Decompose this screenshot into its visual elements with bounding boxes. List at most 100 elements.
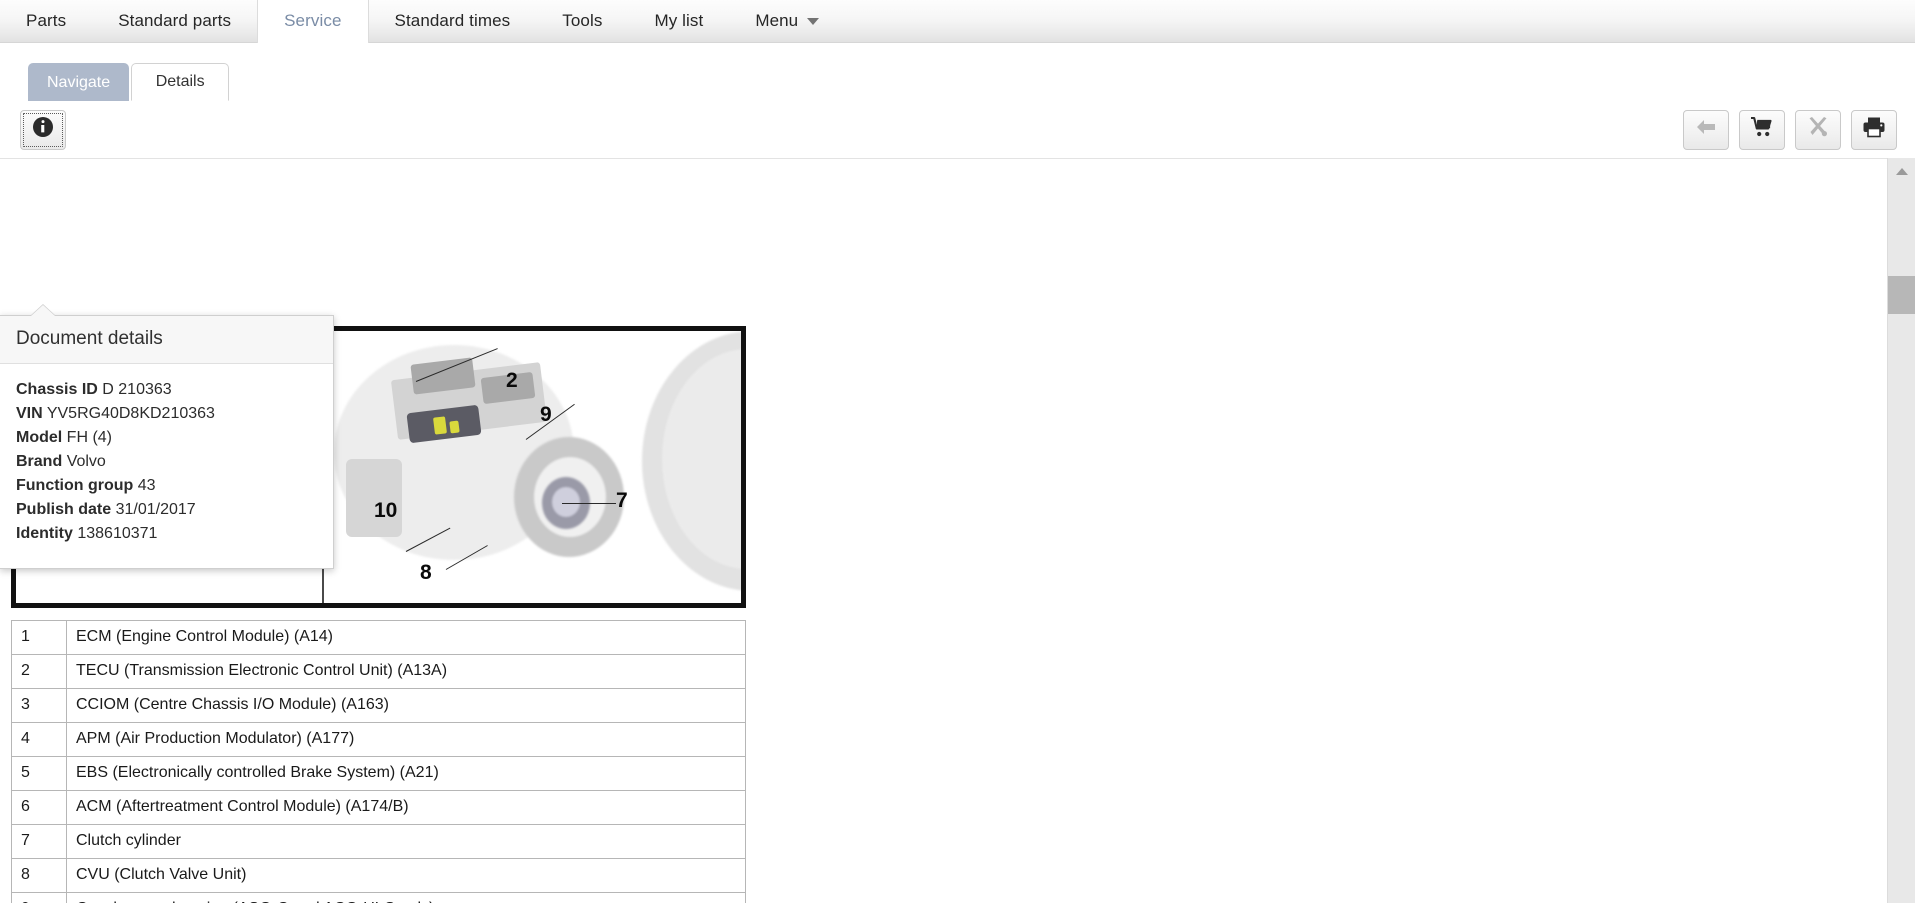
popover-field-value: Volvo: [66, 453, 106, 470]
popover-arrow-inner: [31, 305, 55, 316]
figure-callout-8-right: 8: [420, 561, 432, 584]
figure-callout-7: 7: [616, 489, 628, 512]
nav-tab-service[interactable]: Service: [257, 0, 369, 43]
popover-field: Model FH (4): [16, 426, 317, 450]
popover-field-key: Brand: [16, 453, 63, 470]
legend-number-cell: 8: [11, 858, 67, 893]
legend-number-cell: 6: [11, 790, 67, 825]
legend-description-cell: ECM (Engine Control Module) (A14): [66, 620, 746, 655]
nav-tab-tools[interactable]: Tools: [536, 0, 628, 42]
nav-tab-label: Service: [284, 11, 342, 30]
figure-callout-10: 10: [374, 499, 398, 522]
table-row: 3 CCIOM (Centre Chassis I/O Module) (A163…: [11, 688, 746, 723]
sub-tab-label: Navigate: [47, 73, 111, 91]
popover-field-key: Model: [16, 429, 63, 446]
popover-field: Function group 43: [16, 474, 317, 498]
legend-description-cell: TECU (Transmission Electronic Control Un…: [66, 654, 746, 689]
popover-field-key: Identity: [16, 525, 73, 542]
figure-callout-2: 2: [506, 369, 518, 392]
table-row: 6 ACM (Aftertreatment Control Module) (A1…: [11, 790, 746, 825]
legend-number-cell: 3: [11, 688, 67, 723]
legend-number-cell: 1: [11, 620, 67, 655]
popover-field-key: Chassis ID: [16, 381, 98, 398]
sub-tab-details[interactable]: Details: [131, 63, 230, 101]
popover-field-value: 43: [137, 477, 156, 494]
popover-field: Brand Volvo: [16, 450, 317, 474]
legend-description-cell: ACM (Aftertreatment Control Module) (A17…: [66, 790, 746, 825]
document-info-button[interactable]: [20, 109, 66, 150]
figure-art: [449, 420, 460, 434]
nav-tab-label: Parts: [26, 11, 67, 30]
legend-number-cell: 7: [11, 824, 67, 859]
back-arrow-icon: [1694, 117, 1718, 142]
popover-field-value: YV5RG40D8KD210363: [46, 405, 215, 422]
legend-description-cell: EBS (Electronically controlled Brake Sys…: [66, 756, 746, 791]
legend-description-cell: CCIOM (Centre Chassis I/O Module) (A163): [66, 688, 746, 723]
tools-button[interactable]: [1795, 109, 1841, 150]
nav-tab-menu[interactable]: Menu: [729, 0, 845, 42]
table-row: 1 ECM (Engine Control Module) (A14): [11, 620, 746, 655]
legend-description-cell: Crawler gear housing (ASO-C and ACO-ULC …: [66, 892, 746, 903]
chevron-up-icon: [1895, 167, 1908, 175]
figure-art: [552, 487, 580, 517]
popover-field-value: FH (4): [66, 429, 112, 446]
nav-tab-label: My list: [654, 11, 704, 30]
document-scroll-viewport: 2 9 7 10 8 8 1ECM (Engine Control Module…: [0, 158, 1887, 903]
popover-field-key: VIN: [16, 405, 43, 422]
component-legend-table: 1 ECM (Engine Control Module) (A14) 2 TECU …: [11, 620, 746, 903]
legend-number-cell: 5: [11, 756, 67, 791]
tools-icon: [1806, 115, 1830, 144]
document-details-popover: Document details Chassis ID D 210363 VIN …: [0, 304, 334, 569]
table-row: 5 EBS (Electronically controlled Brake Sy…: [11, 756, 746, 791]
print-button[interactable]: [1851, 109, 1897, 150]
figure-leader-line: [562, 503, 616, 504]
sub-tab-navigate[interactable]: Navigate: [28, 63, 130, 101]
add-to-cart-button[interactable]: [1739, 109, 1785, 150]
legend-description-cell: APM (Air Production Modulator) (A177): [66, 722, 746, 757]
legend-number-cell: 9: [11, 892, 67, 903]
nav-tab-label: Tools: [562, 11, 603, 30]
legend-number-cell: 4: [11, 722, 67, 757]
popover-field: Chassis ID D 210363: [16, 378, 317, 402]
vertical-scrollbar[interactable]: [1887, 158, 1915, 903]
toolbar-actions: [1683, 109, 1897, 150]
nav-tab-my-list[interactable]: My list: [628, 0, 729, 42]
info-icon: [32, 116, 54, 143]
legend-description-cell: Clutch cylinder: [66, 824, 746, 859]
printer-icon: [1862, 116, 1886, 143]
popover-field: Identity 138610371: [16, 522, 317, 546]
nav-tab-label: Menu: [755, 11, 799, 30]
nav-tab-standard-parts[interactable]: Standard parts: [92, 0, 257, 42]
sub-tab-label: Details: [155, 73, 205, 90]
table-row: 4 APM (Air Production Modulator) (A177): [11, 722, 746, 757]
table-row: 9Crawler gear housing (ASO-C and ACO-ULC…: [11, 892, 746, 903]
popover-title: Document details: [0, 316, 333, 364]
chevron-down-icon: [807, 17, 820, 25]
scrollbar-thumb[interactable]: [1888, 276, 1915, 314]
figure-callout-9: 9: [540, 403, 552, 426]
cart-icon: [1750, 116, 1774, 143]
document-content-area: 2 9 7 10 8 8 1ECM (Engine Control Module…: [0, 158, 1915, 903]
figure-art: [346, 459, 402, 537]
table-row: 2 TECU (Transmission Electronic Control U…: [11, 654, 746, 689]
popover-field-value: 138610371: [77, 525, 158, 542]
nav-tab-standard-times[interactable]: Standard times: [369, 0, 537, 42]
figure-art: [433, 416, 447, 435]
legend-description-cell: CVU (Clutch Valve Unit): [66, 858, 746, 893]
table-row: 8 CVU (Clutch Valve Unit): [11, 858, 746, 893]
popover-field-list: Chassis ID D 210363 VIN YV5RG40D8KD210363…: [0, 364, 333, 568]
popover-field: VIN YV5RG40D8KD210363: [16, 402, 317, 426]
document-toolbar: [0, 101, 1915, 158]
sub-tab-bar: Navigate Details: [0, 43, 1915, 101]
back-button[interactable]: [1683, 109, 1729, 150]
main-navigation-bar: Parts Standard parts Service Standard times…: [0, 0, 1915, 43]
scroll-up-button[interactable]: [1888, 158, 1915, 184]
nav-tab-parts[interactable]: Parts: [0, 0, 92, 42]
nav-tab-label: Standard parts: [118, 11, 232, 30]
legend-number-cell: 2: [11, 654, 67, 689]
table-row: 7 Clutch cylinder: [11, 824, 746, 859]
popover-field-value: 31/01/2017: [115, 501, 196, 518]
nav-tab-label: Standard times: [394, 11, 511, 30]
popover-field-key: Function group: [16, 477, 134, 494]
legend-table-body: 1 ECM (Engine Control Module) (A14) 2 TECU …: [11, 620, 746, 903]
